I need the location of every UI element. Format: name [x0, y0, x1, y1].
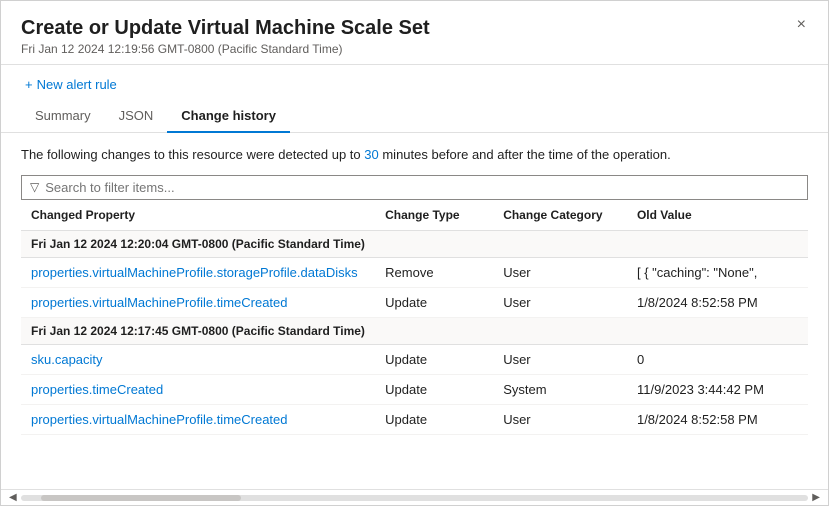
group-header-cell: Fri Jan 12 2024 12:20:04 GMT-0800 (Pacif… — [21, 230, 808, 257]
change-type-cell: Update — [375, 374, 493, 404]
tab-summary[interactable]: Summary — [21, 102, 105, 133]
old-value-cell: 1/8/2024 8:52:58 PM — [627, 404, 808, 434]
dialog-subtitle: Fri Jan 12 2024 12:19:56 GMT-0800 (Pacif… — [21, 42, 808, 56]
change-type-cell: Update — [375, 344, 493, 374]
property-link[interactable]: properties.virtualMachineProfile.timeCre… — [31, 295, 288, 310]
col-change-category: Change Category — [493, 200, 627, 231]
property-link[interactable]: properties.virtualMachineProfile.timeCre… — [31, 412, 288, 427]
new-alert-label: New alert rule — [37, 77, 117, 92]
tabs: Summary JSON Change history — [1, 94, 828, 133]
property-link[interactable]: properties.timeCreated — [31, 382, 163, 397]
change-type-cell: Remove — [375, 257, 493, 287]
group-header-cell: Fri Jan 12 2024 12:17:45 GMT-0800 (Pacif… — [21, 317, 808, 344]
search-bar[interactable]: ▽ — [21, 175, 808, 200]
old-value-cell: [ { "caching": "None", — [627, 257, 808, 287]
table-body: Fri Jan 12 2024 12:20:04 GMT-0800 (Pacif… — [21, 230, 808, 434]
scrollbar-thumb[interactable] — [41, 495, 241, 501]
scrollbar-track[interactable] — [21, 495, 809, 501]
property-link[interactable]: properties.virtualMachineProfile.storage… — [31, 265, 358, 280]
col-changed-property: Changed Property — [21, 200, 375, 231]
change-category-cell: User — [493, 344, 627, 374]
old-value-cell: 1/8/2024 8:52:58 PM — [627, 287, 808, 317]
group-header-row: Fri Jan 12 2024 12:20:04 GMT-0800 (Pacif… — [21, 230, 808, 257]
tab-json[interactable]: JSON — [105, 102, 168, 133]
table-row: properties.virtualMachineProfile.timeCre… — [21, 287, 808, 317]
dialog-title: Create or Update Virtual Machine Scale S… — [21, 17, 808, 40]
change-category-cell: User — [493, 257, 627, 287]
group-header-row: Fri Jan 12 2024 12:17:45 GMT-0800 (Pacif… — [21, 317, 808, 344]
changes-table: Changed Property Change Type Change Cate… — [21, 200, 808, 435]
table-header-row: Changed Property Change Type Change Cate… — [21, 200, 808, 231]
change-type-cell: Update — [375, 287, 493, 317]
content-area: The following changes to this resource w… — [1, 133, 828, 489]
info-highlight: 30 — [364, 147, 378, 162]
info-text: The following changes to this resource w… — [21, 145, 808, 165]
col-old-value: Old Value — [627, 200, 808, 231]
old-value-cell: 0 — [627, 344, 808, 374]
change-category-cell: User — [493, 404, 627, 434]
plus-icon: + — [25, 77, 33, 92]
table-row: properties.timeCreated UpdateSystem11/9/2… — [21, 374, 808, 404]
property-cell: properties.virtualMachineProfile.timeCre… — [21, 287, 375, 317]
property-cell: sku.capacity — [21, 344, 375, 374]
change-category-cell: System — [493, 374, 627, 404]
table-container: Changed Property Change Type Change Cate… — [21, 200, 808, 490]
table-row: properties.virtualMachineProfile.storage… — [21, 257, 808, 287]
dialog: Create or Update Virtual Machine Scale S… — [0, 0, 829, 506]
old-value-cell: 11/9/2023 3:44:42 PM — [627, 374, 808, 404]
scroll-left-icon[interactable]: ◀ — [5, 492, 21, 503]
table-row: properties.virtualMachineProfile.timeCre… — [21, 404, 808, 434]
property-cell: properties.virtualMachineProfile.timeCre… — [21, 404, 375, 434]
horizontal-scrollbar[interactable]: ◀ ▶ — [1, 489, 828, 505]
property-link[interactable]: sku.capacity — [31, 352, 103, 367]
close-button[interactable]: × — [791, 15, 812, 35]
dialog-header: Create or Update Virtual Machine Scale S… — [1, 1, 828, 65]
tab-change-history[interactable]: Change history — [167, 102, 290, 133]
info-suffix: minutes before and after the time of the… — [379, 147, 671, 162]
property-cell: properties.timeCreated — [21, 374, 375, 404]
change-category-cell: User — [493, 287, 627, 317]
search-input[interactable] — [45, 180, 799, 195]
new-alert-rule-button[interactable]: + New alert rule — [21, 75, 121, 94]
property-cell: properties.virtualMachineProfile.storage… — [21, 257, 375, 287]
col-change-type: Change Type — [375, 200, 493, 231]
scroll-right-icon[interactable]: ▶ — [808, 492, 824, 503]
toolbar: + New alert rule — [1, 65, 828, 94]
info-prefix: The following changes to this resource w… — [21, 147, 364, 162]
table-row: sku.capacity UpdateUser0 — [21, 344, 808, 374]
filter-icon: ▽ — [30, 180, 39, 194]
change-type-cell: Update — [375, 404, 493, 434]
